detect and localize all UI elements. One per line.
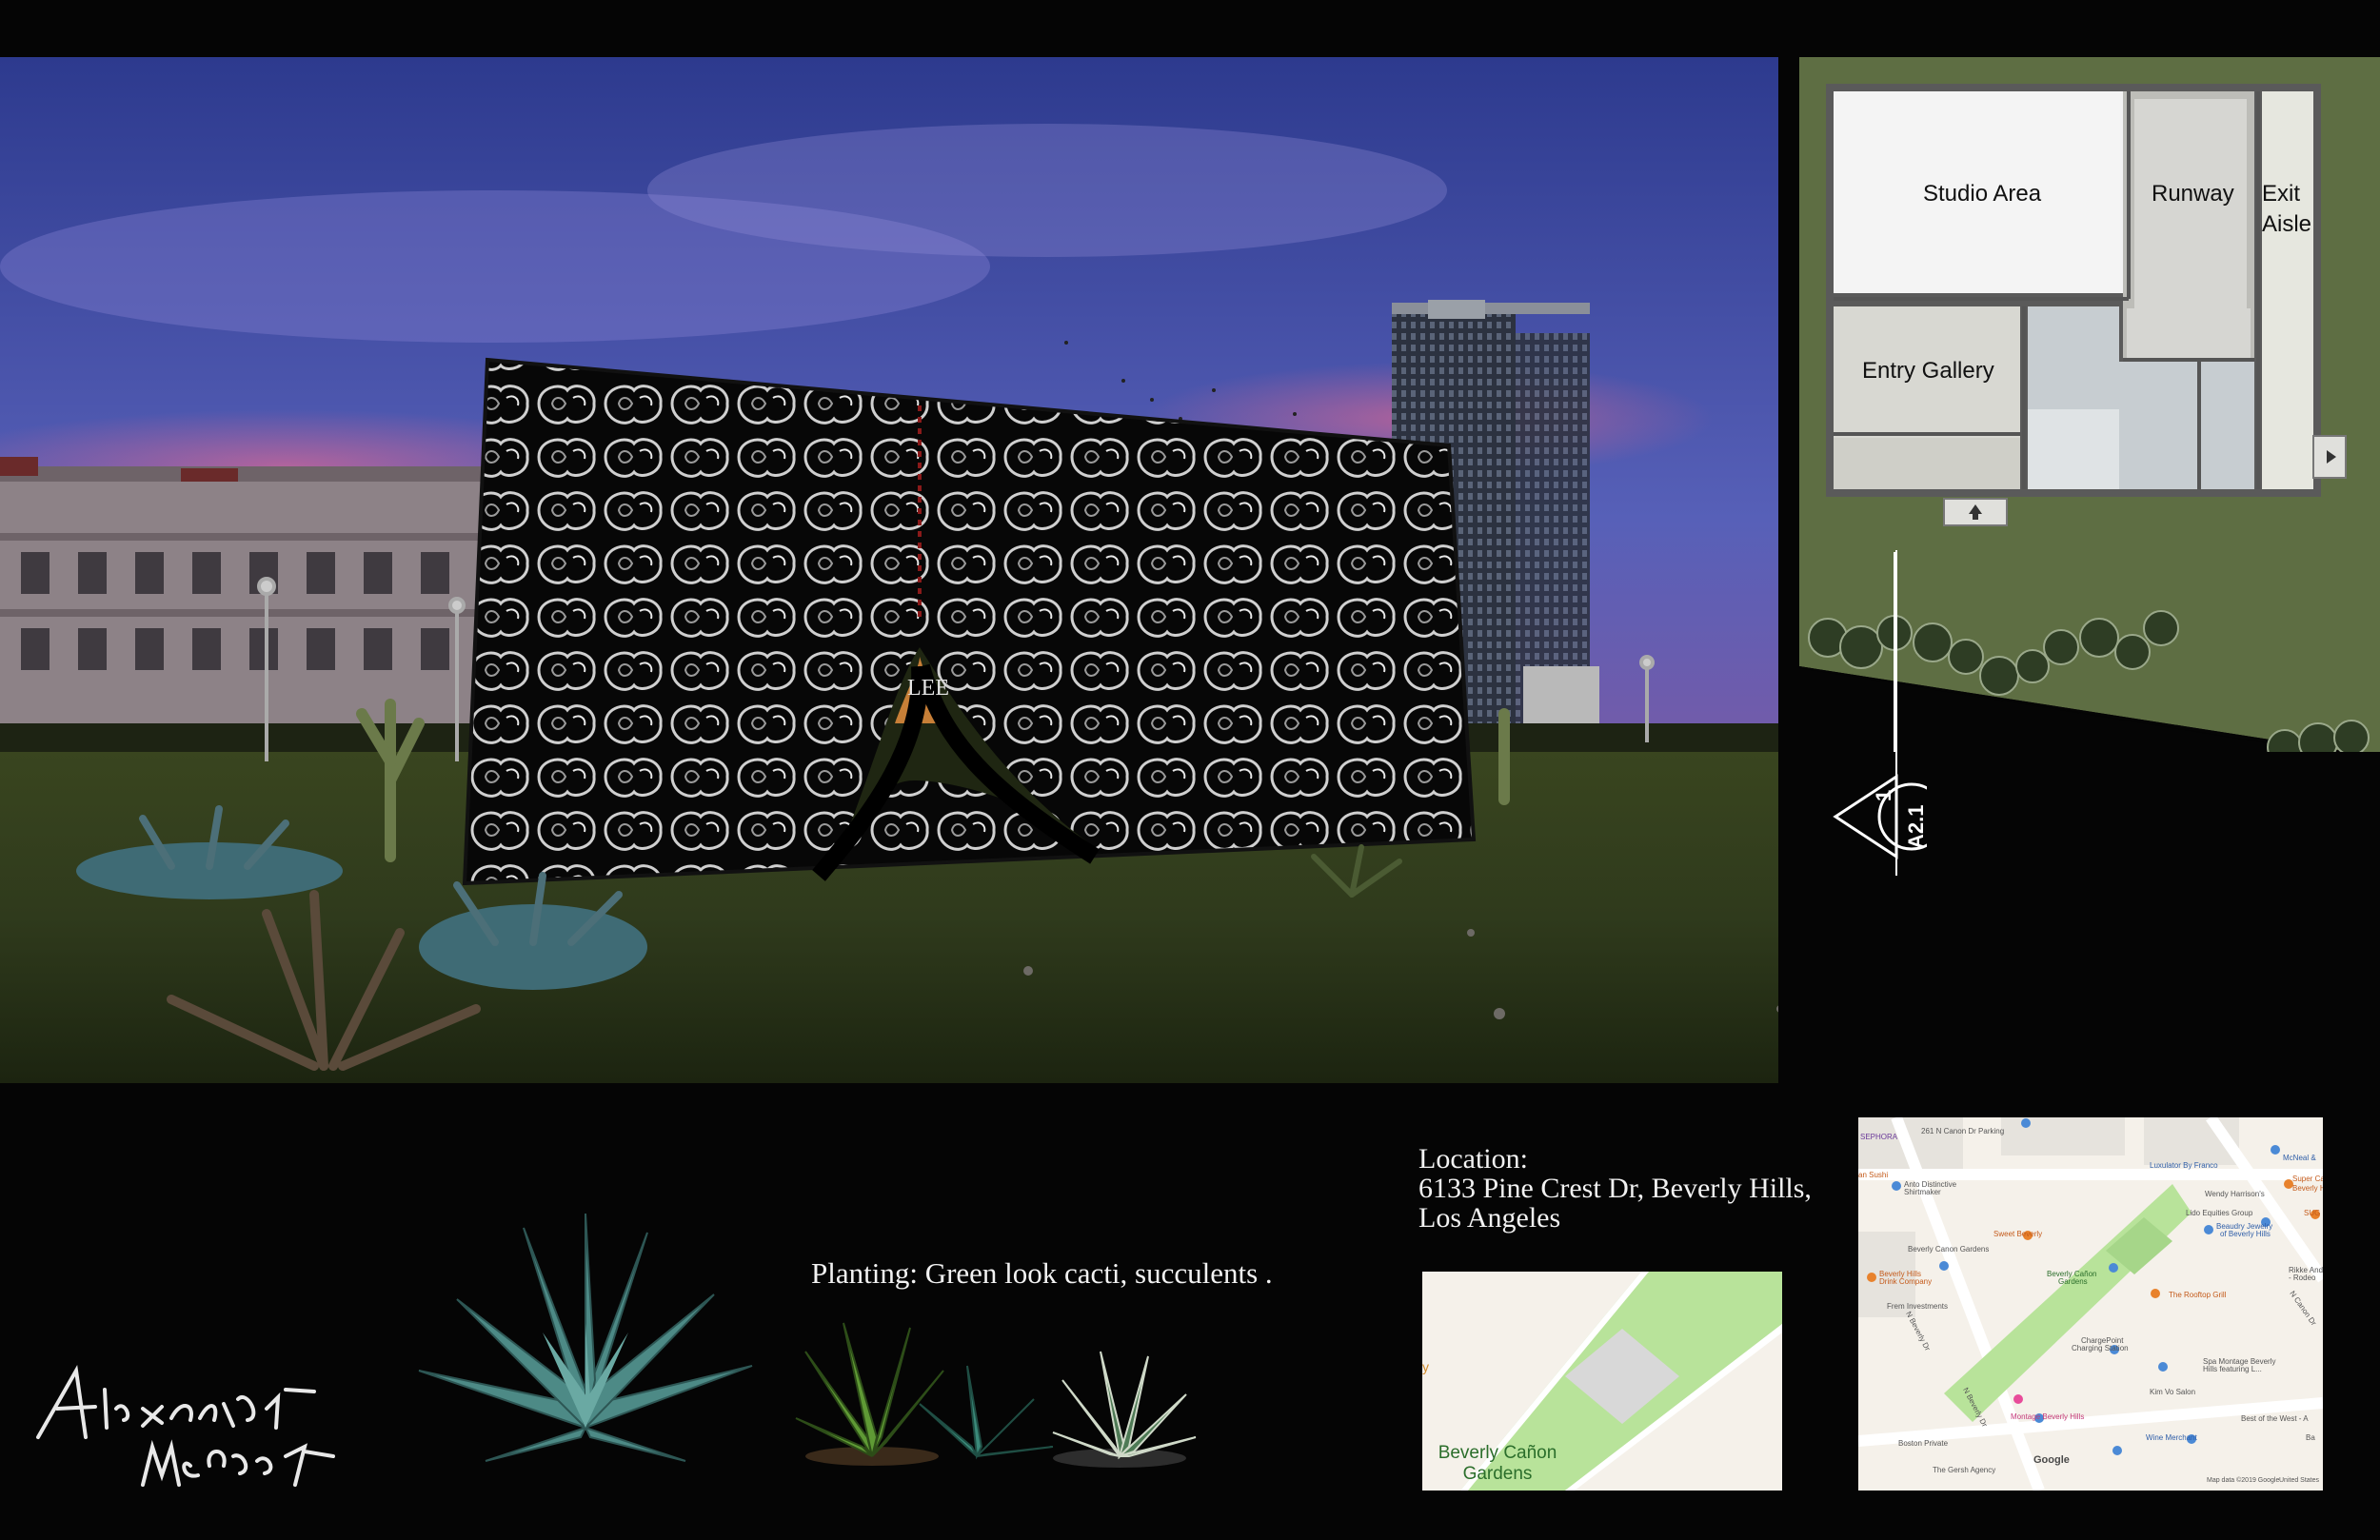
map-small-park-label: Beverly Cañon Gardens — [1436, 1443, 1559, 1485]
map-label-anto-line2: Shirtmaker — [1904, 1188, 1941, 1196]
map-label-united-states: United States — [2279, 1477, 2320, 1484]
agave-graphic — [418, 1213, 753, 1462]
map-label-rooftop: The Rooftop Grill — [2169, 1291, 2227, 1299]
room-label-entry: Entry Gallery — [1862, 358, 1994, 384]
location-heading: Location: — [1418, 1143, 1528, 1175]
map-detail-small: y Beverly Cañon Gardens — [1422, 1272, 1782, 1491]
map-small-label-line2: Gardens — [1462, 1464, 1533, 1484]
map-label-bc-gardens-line2: Gardens — [2058, 1277, 2088, 1286]
room-label-exit-line1: Exit — [2262, 181, 2301, 207]
map-label-wendy: Wendy Harrison's — [2205, 1190, 2265, 1198]
map-label-sephora: SEPHORA — [1860, 1133, 1898, 1141]
map-label-beverly-hi: Beverly Hi — [2292, 1184, 2323, 1193]
planting-caption: Planting: Green look cacti, succulents . — [811, 1256, 1273, 1290]
map-label-sushi: an Sushi — [1858, 1171, 1889, 1179]
map-label-kim: Kim Vo Salon — [2150, 1388, 2196, 1396]
agave-illustration — [400, 1209, 771, 1466]
map-label-bh-drink-line2: Drink Company — [1879, 1277, 1933, 1286]
map-label-frem: Frem Investments — [1887, 1302, 1949, 1311]
map-detail-large: SEPHORA 261 N Canon Dr Parking McNeal & … — [1858, 1117, 2323, 1491]
map-label-charge-line2: Charging Station — [2072, 1344, 2129, 1352]
room-label-runway: Runway — [2152, 181, 2234, 207]
map-label-gersh: The Gersh Agency — [1933, 1466, 1996, 1474]
rendering-illustration — [0, 57, 1778, 1083]
map-label-super-car: Super Car — [2292, 1175, 2323, 1183]
location-address-line1: 6133 Pine Crest Dr, Beverly Hills, — [1418, 1173, 1812, 1204]
room-label-studio: Studio Area — [1923, 181, 2042, 207]
signature — [29, 1352, 352, 1494]
succulents-illustration — [786, 1313, 1215, 1471]
location-block: Location: 6133 Pine Crest Dr, Beverly Hi… — [1418, 1144, 1812, 1233]
map-label-ba: Ba — [2306, 1433, 2315, 1442]
section-marker-icon — [1833, 550, 1927, 876]
map-label-wine: Wine Merchant — [2146, 1433, 2197, 1442]
map-label-luxulator: Luxulator By Franco — [2150, 1161, 2218, 1170]
map-label-sweet: Sweet Beverly — [1993, 1230, 2043, 1238]
map-label-map-data: Map data ©2019 Google — [2207, 1477, 2280, 1484]
map-label-rikke-line2: - Rodeo — [2289, 1273, 2316, 1282]
map-label-beaudry-line2: of Beverly Hills — [2220, 1230, 2271, 1238]
pavilion-sign-text: LEE — [907, 676, 949, 701]
svg-text:y: y — [1422, 1359, 1429, 1374]
succulents-graphic — [795, 1322, 1197, 1468]
signature-graphic — [36, 1364, 335, 1487]
map-label-google: Google — [2033, 1454, 2070, 1466]
map-label-canon-gardens: Beverly Canon Gardens — [1908, 1245, 1990, 1254]
location-address-line2: Los Angeles — [1418, 1202, 1561, 1234]
map-label-mcneal: McNeal & — [2283, 1154, 2316, 1162]
room-label-exit-line2: Aisle — [2262, 211, 2312, 237]
map-label-montage: Montage Beverly Hills — [2011, 1412, 2085, 1421]
map-label-spa-line2: Hills featuring L... — [2203, 1365, 2262, 1373]
map-small-label-line1: Beverly Cañon — [1438, 1443, 1557, 1463]
map-label-lido: Lido Equities Group — [2186, 1209, 2253, 1217]
map-label-best-west: Best of the West - A — [2241, 1414, 2309, 1423]
map-label-boston: Boston Private — [1898, 1439, 1949, 1448]
exterior-rendering: LEE — [0, 57, 1778, 1083]
map-label-canon-parking: 261 N Canon Dr Parking — [1921, 1127, 2005, 1135]
map-label-sug: SUG — [2304, 1209, 2321, 1217]
